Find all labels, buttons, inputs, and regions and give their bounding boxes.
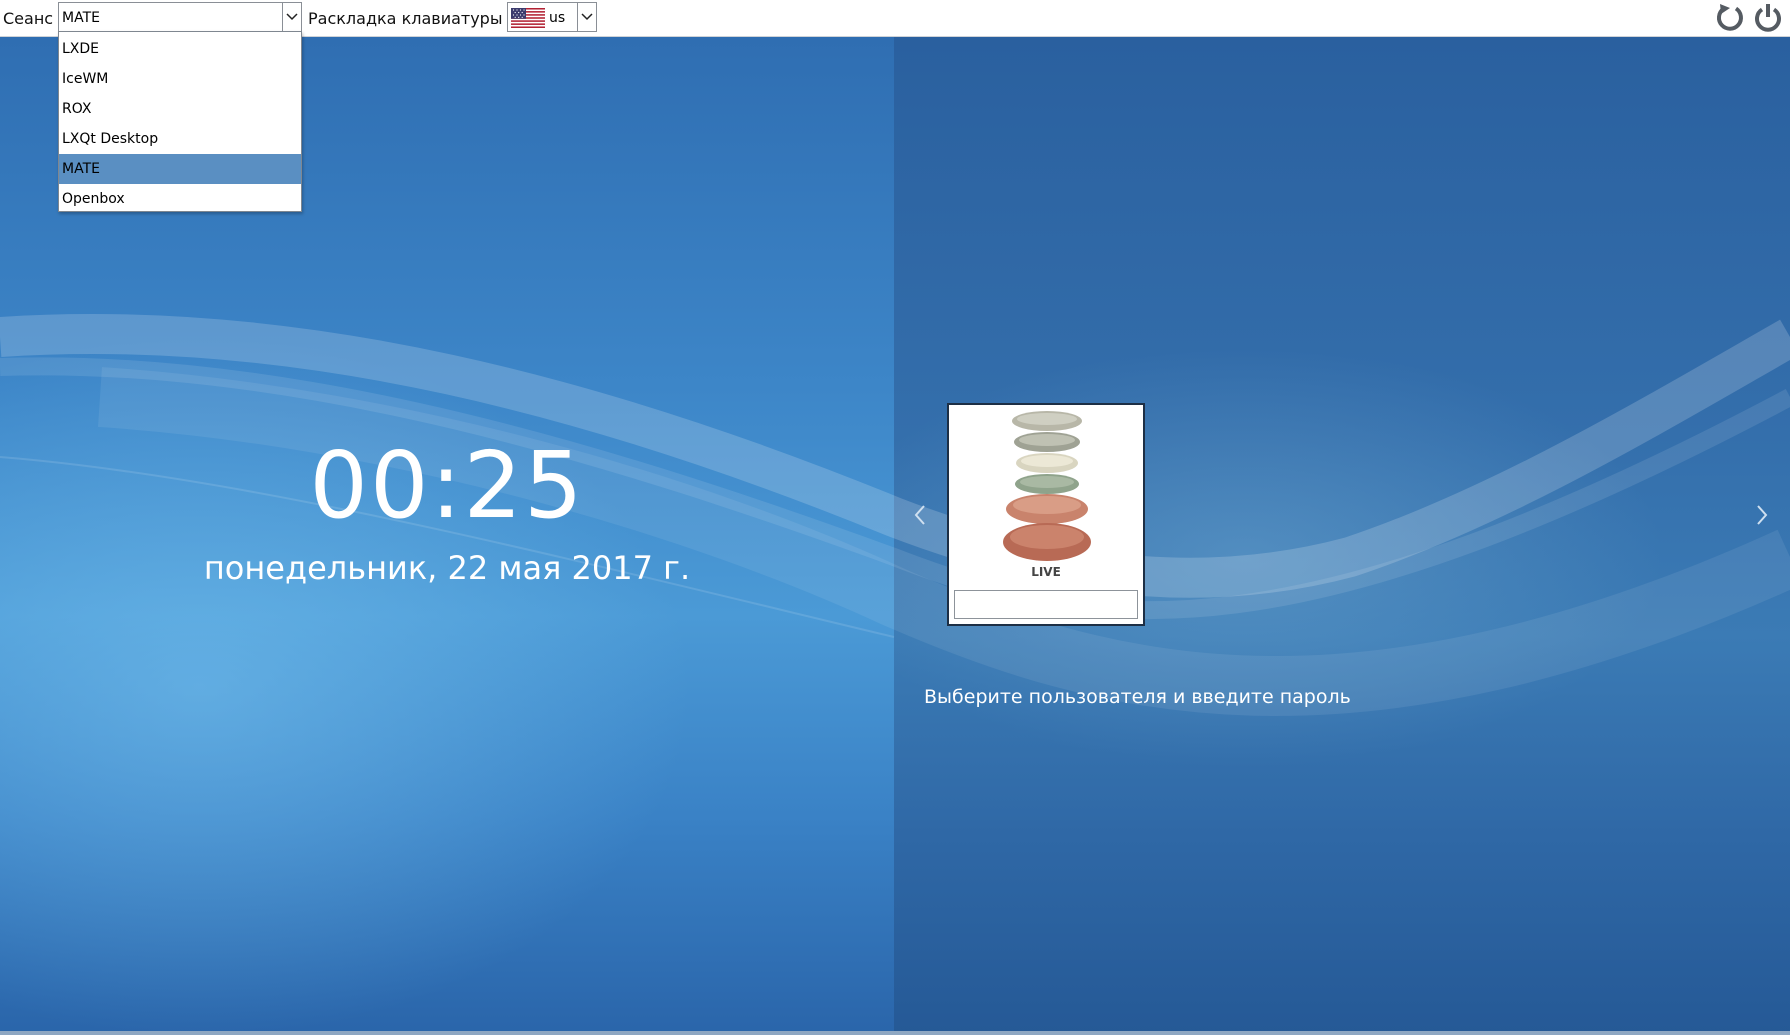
session-option-mate[interactable]: MATE	[59, 154, 301, 184]
session-select[interactable]: MATE	[58, 2, 302, 32]
chevron-right-icon[interactable]	[1755, 503, 1769, 527]
restart-button[interactable]	[1714, 2, 1746, 34]
session-label: Сеанс	[3, 9, 54, 28]
user-card[interactable]: LIVE	[947, 403, 1145, 626]
session-option-openbox[interactable]: Openbox	[59, 184, 301, 214]
restart-icon	[1716, 4, 1743, 31]
session-option-rox[interactable]: ROX	[59, 94, 301, 124]
chevron-down-icon[interactable]	[577, 3, 596, 31]
user-avatar	[1003, 411, 1091, 561]
keyboard-layout-label: Раскладка клавиатуры	[308, 9, 503, 28]
power-icon	[1755, 4, 1781, 32]
session-option-icewm[interactable]: IceWM	[59, 64, 301, 94]
user-name: LIVE	[1031, 565, 1061, 579]
session-option-lxde[interactable]: LXDE	[59, 34, 301, 64]
login-hint: Выберите пользователя и введите пароль	[924, 686, 1351, 708]
clock-date: понедельник, 22 мая 2017 г.	[203, 549, 691, 587]
clock-time: 00:25	[309, 432, 585, 539]
keyboard-layout-select[interactable]: us	[507, 2, 597, 32]
shutdown-button[interactable]	[1752, 2, 1784, 34]
session-select-value: MATE	[62, 10, 100, 26]
session-option-lxqt[interactable]: LXQt Desktop	[59, 124, 301, 154]
session-dropdown-list: LXDE IceWM ROX LXQt Desktop MATE Openbox	[58, 31, 302, 212]
us-flag-icon	[511, 8, 545, 28]
keyboard-layout-value: us	[549, 10, 566, 26]
chevron-left-icon[interactable]	[913, 503, 927, 527]
password-input[interactable]	[954, 590, 1138, 619]
chevron-down-icon[interactable]	[282, 3, 301, 31]
bottom-border	[0, 1031, 1790, 1035]
